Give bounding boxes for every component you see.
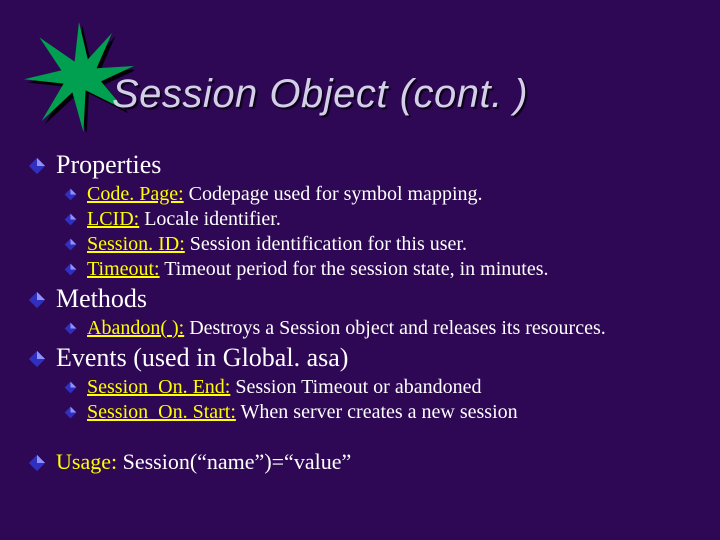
slide-title: Session Object (cont. ) xyxy=(112,72,528,117)
diamond-bullet-icon xyxy=(28,454,46,472)
usage-code: Session(“name”)=“value” xyxy=(117,449,351,474)
desc: Session Timeout or abandoned xyxy=(230,376,481,398)
section-heading: Events (used in Global. asa) xyxy=(28,343,696,373)
diamond-bullet-icon xyxy=(64,213,77,226)
desc: When server creates a new session xyxy=(236,401,518,423)
desc: Timeout period for the session state, in… xyxy=(160,258,549,280)
term: Abandon( ): xyxy=(87,317,184,339)
usage-text: Usage: Session(“name”)=“value” xyxy=(56,447,351,477)
item-text: LCID: Locale identifier. xyxy=(87,207,281,232)
section-heading-text: Properties xyxy=(56,150,161,180)
list-item: Code. Page: Codepage used for symbol map… xyxy=(64,182,696,207)
desc: Codepage used for symbol mapping. xyxy=(184,183,483,205)
section-heading: Methods xyxy=(28,284,696,314)
diamond-bullet-icon xyxy=(64,238,77,251)
diamond-bullet-icon xyxy=(64,322,77,335)
item-text: Code. Page: Codepage used for symbol map… xyxy=(87,182,483,207)
item-text: Session_On. Start: When server creates a… xyxy=(87,400,518,425)
term: Code. Page: xyxy=(87,183,184,205)
slide-body: Properties Code. Page: Codepage used for… xyxy=(28,148,696,479)
list-item: Timeout: Timeout period for the session … xyxy=(64,257,696,282)
list-item: LCID: Locale identifier. xyxy=(64,207,696,232)
list-item: Session_On. End: Session Timeout or aban… xyxy=(64,375,696,400)
section-heading: Properties xyxy=(28,150,696,180)
diamond-bullet-icon xyxy=(64,188,77,201)
diamond-bullet-icon xyxy=(64,263,77,276)
diamond-bullet-icon xyxy=(28,157,46,175)
list-item: Session. ID: Session identification for … xyxy=(64,232,696,257)
term: Session_On. Start: xyxy=(87,401,236,423)
usage-line: Usage: Session(“name”)=“value” xyxy=(28,447,696,477)
section-heading-text: Events (used in Global. asa) xyxy=(56,343,348,373)
desc: Destroys a Session object and releases i… xyxy=(184,317,606,339)
usage-label: Usage: xyxy=(56,449,117,474)
item-text: Session. ID: Session identification for … xyxy=(87,232,467,257)
desc: Locale identifier. xyxy=(139,208,281,230)
desc: Session identification for this user. xyxy=(185,233,467,255)
list-item: Session_On. Start: When server creates a… xyxy=(64,400,696,425)
diamond-bullet-icon xyxy=(28,291,46,309)
item-text: Session_On. End: Session Timeout or aban… xyxy=(87,375,481,400)
slide: Session Object (cont. ) Properties Code.… xyxy=(0,0,720,540)
section-heading-text: Methods xyxy=(56,284,147,314)
list-item: Abandon( ): Destroys a Session object an… xyxy=(64,316,696,341)
term: LCID: xyxy=(87,208,139,230)
item-text: Timeout: Timeout period for the session … xyxy=(87,257,549,282)
diamond-bullet-icon xyxy=(28,350,46,368)
term: Session_On. End: xyxy=(87,376,230,398)
item-text: Abandon( ): Destroys a Session object an… xyxy=(87,316,606,341)
term: Timeout: xyxy=(87,258,160,280)
term: Session. ID: xyxy=(87,233,185,255)
diamond-bullet-icon xyxy=(64,406,77,419)
diamond-bullet-icon xyxy=(64,381,77,394)
